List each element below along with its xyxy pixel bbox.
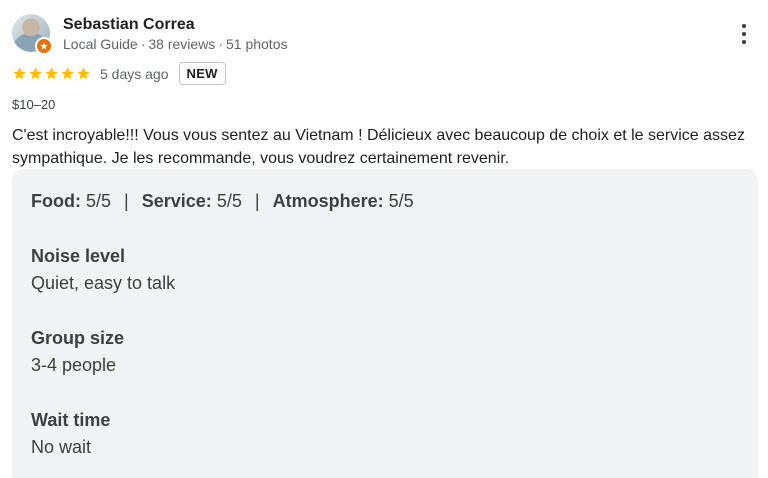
attribute-noise-level: Noise level Quiet, easy to talk	[31, 243, 175, 297]
food-label: Food:	[31, 191, 81, 211]
reviewer-info: Sebastian Correa Local Guide · 38 reviews ·…	[63, 15, 287, 53]
atmosphere-label: Atmosphere:	[272, 191, 384, 211]
star-icon	[61, 67, 74, 80]
attribute-value: No wait	[31, 437, 92, 457]
reviewer-header: Sebastian Correa Local Guide · 38 reviews ·…	[12, 14, 287, 55]
reviewer-name[interactable]: Sebastian Correa	[63, 15, 287, 35]
review-details-panel: Food: 5/5 | Service: 5/5 | Atmosphere: 5…	[12, 169, 758, 478]
attribute-value: Quiet, easy to talk	[31, 273, 176, 293]
score-divider: |	[124, 191, 129, 211]
star-icon	[13, 67, 26, 80]
category-scores: Food: 5/5 | Service: 5/5 | Atmosphere: 5…	[31, 191, 414, 212]
more-dot	[742, 32, 746, 36]
local-guide-badge-icon	[35, 37, 53, 55]
avatar[interactable]	[12, 14, 53, 55]
review-card: Sebastian Correa Local Guide · 38 reviews ·…	[0, 0, 768, 478]
star-icon	[77, 67, 90, 80]
more-vert-icon[interactable]	[732, 22, 756, 46]
review-date: 5 days ago	[100, 65, 169, 82]
food-score: 5/5	[86, 191, 112, 211]
service-score: 5/5	[216, 191, 242, 211]
reviewer-role: Local Guide	[63, 36, 138, 52]
more-dot	[742, 40, 746, 44]
attribute-label: Wait time	[31, 410, 111, 430]
attribute-value: 3-4 people	[31, 355, 117, 375]
rating-row: 5 days ago NEW	[12, 62, 226, 85]
reviewer-review-count: 38 reviews	[148, 36, 216, 52]
service-label: Service:	[141, 191, 212, 211]
price-range: $10–20	[12, 97, 56, 112]
reviewer-photo-count: 51 photos	[225, 36, 288, 52]
star-rating	[12, 66, 91, 81]
meta-separator: ·	[218, 36, 223, 52]
attribute-label: Group size	[31, 328, 125, 348]
attribute-wait-time: Wait time No wait	[31, 407, 110, 461]
attribute-label: Noise level	[31, 246, 126, 266]
atmosphere-score: 5/5	[388, 191, 414, 211]
reviewer-meta: Local Guide · 38 reviews · 51 photos	[63, 35, 287, 53]
attribute-group-size: Group size 3-4 people	[31, 325, 124, 379]
more-dot	[742, 24, 746, 28]
new-badge: NEW	[178, 62, 226, 85]
score-divider: |	[254, 191, 260, 211]
star-icon	[45, 67, 58, 80]
star-icon	[29, 67, 42, 80]
review-text: C'est incroyable!!! Vous vous sentez au …	[12, 127, 745, 167]
meta-separator: ·	[140, 36, 146, 52]
